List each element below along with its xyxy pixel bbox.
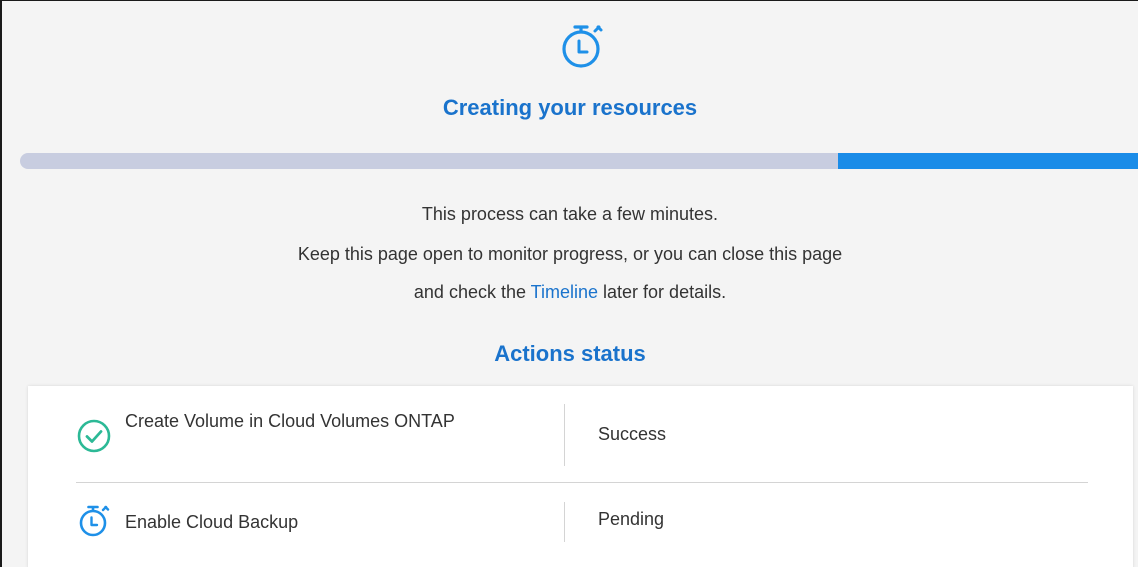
action-row: Enable Cloud Backup Pending (28, 484, 1133, 567)
action-status: Success (598, 424, 667, 444)
stopwatch-icon (79, 505, 110, 537)
row-divider (76, 482, 1088, 483)
action-label: Create Volume in Cloud Volumes ONTAP (125, 411, 455, 431)
description-text-before-link: and check the (413, 282, 531, 302)
description-line-3: and check the Timeline later for details… (2, 282, 1138, 303)
resource-creation-panel: Creating your resources This process can… (0, 0, 1138, 567)
page-title: Creating your resources (442, 95, 698, 120)
description-line-2: Keep this page open to monitor progress,… (297, 244, 843, 264)
check-circle-icon (77, 419, 111, 453)
stopwatch-icon (562, 25, 603, 68)
progress-bar (20, 153, 1138, 169)
column-divider (564, 404, 565, 466)
description-text-after-link: later for details. (598, 282, 727, 302)
description-line-1: This process can take a few minutes. (421, 204, 719, 224)
timeline-link[interactable]: Timeline (531, 282, 598, 302)
actions-status-title: Actions status (494, 341, 646, 366)
action-row: Create Volume in Cloud Volumes ONTAP Suc… (28, 396, 1133, 480)
actions-status-card: Create Volume in Cloud Volumes ONTAP Suc… (28, 386, 1133, 567)
action-status: Pending (598, 509, 665, 529)
column-divider (564, 502, 565, 542)
action-label: Enable Cloud Backup (125, 512, 299, 532)
progress-bar-fill (837, 153, 1138, 169)
